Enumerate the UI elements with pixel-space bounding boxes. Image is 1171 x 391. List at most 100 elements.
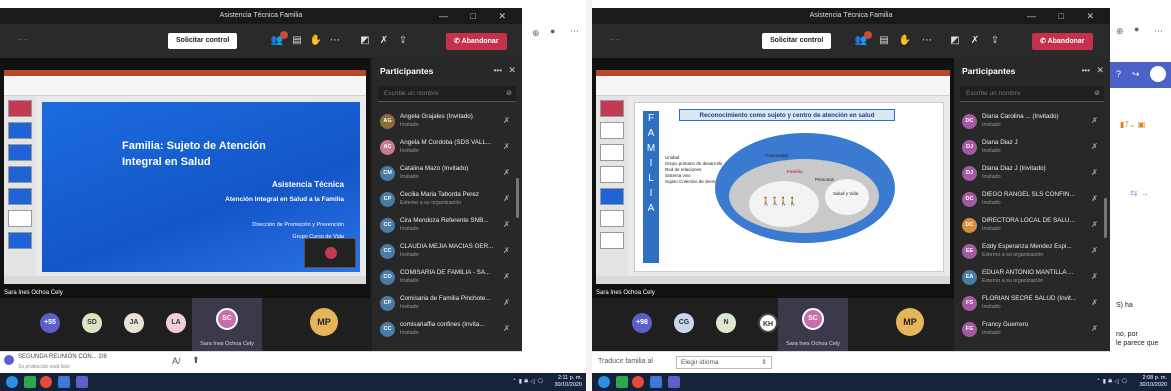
menu-icon[interactable]: ⋯	[1154, 26, 1163, 37]
more-options-icon[interactable]: •••	[494, 66, 502, 75]
participants-icon[interactable]: 👥	[270, 31, 288, 48]
slide-thumb[interactable]	[8, 210, 32, 227]
slide-thumb[interactable]	[8, 100, 32, 117]
chat-icon[interactable]: ▤	[290, 34, 304, 48]
participant-avatar[interactable]: JA	[124, 313, 144, 333]
request-control-button[interactable]: Solicitar control	[168, 33, 238, 49]
participant-avatar[interactable]: KH	[758, 313, 778, 333]
slide-thumb[interactable]	[8, 188, 32, 205]
window-controls[interactable]: — □ ✕	[1027, 8, 1104, 24]
active-speaker-tile[interactable]: SC Sara Ines Ochoa Cely	[778, 298, 848, 351]
teams-icon[interactable]	[668, 376, 680, 388]
more-actions-icon[interactable]: ⋯	[920, 34, 934, 48]
leave-button[interactable]: ✆ Abandonar	[1032, 33, 1093, 50]
mic-off-icon[interactable]: ✗	[377, 34, 391, 48]
share-icon[interactable]: ↪	[1132, 69, 1140, 80]
nav-arrows-icon[interactable]: ⇆ →	[1130, 188, 1149, 199]
slide-thumb[interactable]	[600, 100, 624, 117]
chrome-icon[interactable]	[632, 376, 644, 388]
close-icon[interactable]: ✕	[508, 65, 516, 76]
avatar[interactable]	[1150, 66, 1166, 82]
participant-row[interactable]: CP Cecilia Maria Taborda Perez Externo a s…	[372, 188, 512, 214]
attach-icon[interactable]: ⬆	[192, 355, 200, 366]
close-icon[interactable]: ✕	[1096, 65, 1104, 76]
extension-icon[interactable]: ⊕	[532, 28, 540, 39]
scrollbar[interactable]	[1104, 198, 1107, 238]
share-icon[interactable]: ⇪	[396, 34, 410, 48]
participant-avatar[interactable]: +55	[40, 313, 60, 333]
start-icon[interactable]	[598, 376, 610, 388]
participant-avatar-large[interactable]: MP	[896, 308, 924, 336]
participant-row[interactable]: EA EDUAR ANTONIO MANTILLA ... Externo a su…	[954, 266, 1100, 292]
slide-thumb[interactable]	[600, 232, 624, 249]
participants-icon[interactable]: 👥	[854, 31, 872, 48]
slide-thumb[interactable]	[8, 232, 32, 249]
share-icon[interactable]: ⇪	[988, 34, 1002, 48]
participant-avatar[interactable]: LA	[166, 313, 186, 333]
file-explorer-icon[interactable]	[58, 376, 70, 388]
slide-thumb[interactable]	[600, 144, 624, 161]
participant-row[interactable]: FS FLORIAN SECRE SALUD (Invit... Invitado ✗	[954, 292, 1100, 318]
active-speaker-tile[interactable]: SC Sara Ines Ochoa Cely	[192, 298, 262, 351]
camera-off-icon[interactable]: ◩	[358, 34, 372, 48]
teams-icon[interactable]	[76, 376, 88, 388]
scrollbar[interactable]	[516, 178, 519, 218]
file-explorer-icon[interactable]	[650, 376, 662, 388]
language-select[interactable]: Elegir idioma ⇕	[676, 356, 772, 369]
participant-row[interactable]: CC comisariaffia confines (Invita... Invit…	[372, 318, 512, 344]
participant-row[interactable]: AG Angela Grajales (Invitado) Invitado ✗	[372, 110, 512, 136]
participant-row[interactable]: CP Comisaria de Familia Pinchote... Invita…	[372, 292, 512, 318]
chat-icon[interactable]: ▤	[877, 34, 891, 48]
participant-row[interactable]: EE Eddy Esperanza Mendez Espi... Externo a…	[954, 240, 1100, 266]
slide-thumb[interactable]	[8, 166, 32, 183]
leave-button[interactable]: ✆ Abandonar	[446, 33, 507, 50]
help-icon[interactable]: ?	[1116, 69, 1121, 79]
participant-avatar[interactable]: +98	[632, 313, 652, 333]
participant-row[interactable]: DJ Diana Diaz J (Invitado) Invitado ✗	[954, 162, 1100, 188]
system-tray-icons[interactable]: ⌃ ▮ ✱ ◁ 🗨	[1096, 378, 1128, 385]
participant-row[interactable]: CO COMISARIA DE FAMILIA - SA... Invitado ✗	[372, 266, 512, 292]
extension-icon[interactable]: ⊕	[1116, 26, 1124, 37]
format-icon[interactable]: A/	[172, 356, 181, 366]
mic-off-icon[interactable]: ✗	[968, 34, 982, 48]
invite-link-icon[interactable]: ⊘	[506, 89, 512, 97]
profile-icon[interactable]: ●	[550, 26, 555, 36]
participant-avatar-large[interactable]: MP	[310, 308, 338, 336]
chrome-icon[interactable]	[40, 376, 52, 388]
slide-thumb[interactable]	[600, 210, 624, 227]
slide-thumb[interactable]	[600, 166, 624, 183]
participant-row[interactable]: CC Cira Mendoza Referente SNB... Invitado ✗	[372, 214, 512, 240]
participant-row[interactable]: DC DIRECTORA LOCAL DE SALUD... Invitado ✗	[954, 214, 1100, 240]
participant-row[interactable]: CM Catalina Mazo (Invitado) Invitado ✗	[372, 162, 512, 188]
slide-thumb[interactable]	[8, 144, 32, 161]
participant-avatar[interactable]: SD	[82, 313, 102, 333]
app-icon[interactable]	[24, 376, 36, 388]
more-actions-icon[interactable]: ⋯	[328, 34, 342, 48]
participant-row[interactable]: DJ Diana Diaz J Invitado ✗	[954, 136, 1100, 162]
slide-thumb[interactable]	[600, 188, 624, 205]
raise-hand-icon[interactable]: ✋	[309, 34, 323, 48]
profile-icon[interactable]: ●	[1134, 24, 1139, 34]
slide-thumb[interactable]	[8, 122, 32, 139]
participant-row[interactable]: FG Francy Guerrero Invitado ✗	[954, 318, 1100, 344]
participant-avatar[interactable]: N	[716, 313, 736, 333]
more-options-icon[interactable]: •••	[1082, 66, 1090, 75]
request-control-button[interactable]: Solicitar control	[762, 33, 832, 49]
participant-search-input[interactable]	[960, 86, 1104, 102]
slide-thumb[interactable]	[600, 122, 624, 139]
app-icon[interactable]	[616, 376, 628, 388]
window-controls[interactable]: — □ ✕	[439, 8, 516, 24]
camera-off-icon[interactable]: ◩	[948, 34, 962, 48]
raise-hand-icon[interactable]: ✋	[898, 34, 912, 48]
notification-icon[interactable]: ▮7⌄ ▣	[1120, 120, 1145, 129]
participant-row[interactable]: AC Angela M Cordoba (SDS VALL... Invitado ✗	[372, 136, 512, 162]
participant-row[interactable]: CC CLAUDIA MEJIA MACIAS GER... Invitado ✗	[372, 240, 512, 266]
invite-link-icon[interactable]: ⊘	[1094, 89, 1100, 97]
start-icon[interactable]	[6, 376, 18, 388]
participant-row[interactable]: DC DIEGO RANGEL SLS CONFINE... Invitado ✗	[954, 188, 1100, 214]
menu-icon[interactable]: ⋯	[570, 26, 579, 37]
participant-avatar[interactable]: CG	[674, 313, 694, 333]
chat-title[interactable]: SEGUNDA REUNIÓN CON... 2/8	[18, 354, 107, 360]
participant-search-input[interactable]	[378, 86, 516, 102]
system-tray-icons[interactable]: ⌃ ▮ ✱ ◁ 🗨	[512, 378, 544, 385]
